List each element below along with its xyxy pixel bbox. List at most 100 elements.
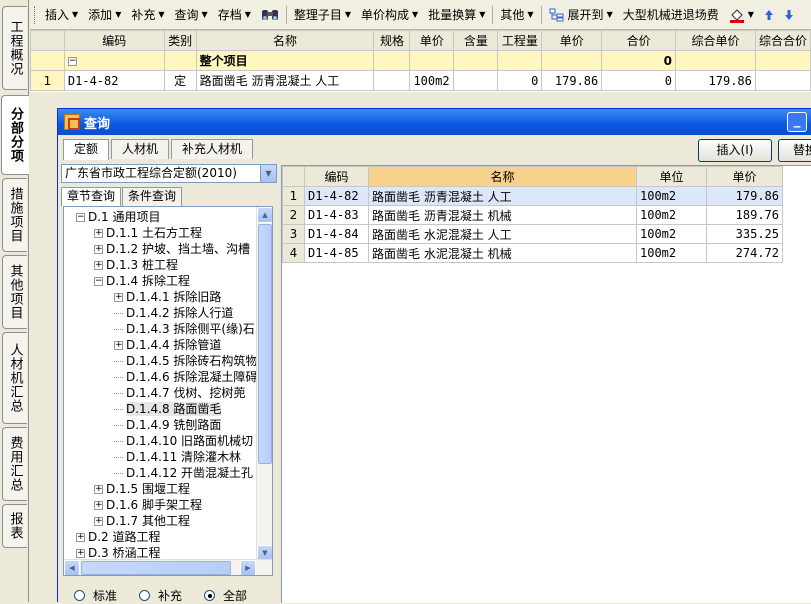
code-cell[interactable]: D1-4-84 [304, 224, 369, 244]
unit-cell[interactable]: 100m2 [636, 205, 707, 225]
scroll-thumb[interactable] [258, 224, 272, 464]
organize-subitems-button[interactable]: 整理子目 ▼ [289, 4, 356, 26]
expand-icon[interactable]: + [76, 549, 85, 558]
price-cell[interactable]: 179.86 [706, 186, 783, 206]
paint-bucket-icon[interactable]: ▼ [724, 4, 759, 26]
radio-standard[interactable]: 标准 [74, 587, 117, 604]
column-header[interactable]: 综合单价 [675, 30, 756, 51]
tree-item[interactable]: + D.1.3 桩工程 [94, 257, 178, 273]
expand-icon[interactable]: + [94, 245, 103, 254]
side-tab-reports[interactable]: 报表 [2, 504, 27, 548]
insert-menu-button[interactable]: 插入 ▼ [40, 4, 83, 26]
expand-icon[interactable]: + [94, 517, 103, 526]
expand-icon[interactable]: + [94, 485, 103, 494]
tree-item[interactable]: + D.1.6 脚手架工程 [94, 497, 202, 513]
tab-supplement-resources[interactable]: 补充人材机 [171, 139, 254, 159]
tree-vertical-scrollbar[interactable]: ▲ ▼ [256, 207, 272, 561]
side-tab-project-overview[interactable]: 工程概况 [2, 6, 27, 90]
tab-resources[interactable]: 人材机 [111, 139, 170, 159]
tree-item[interactable]: + D.2 道路工程 [76, 529, 161, 545]
column-header[interactable]: 名称 [368, 166, 637, 187]
price-cell[interactable]: 335.25 [706, 224, 783, 244]
column-header[interactable]: 单价 [706, 166, 783, 187]
tree-item[interactable]: D.1.4.10 旧路面机械切 [114, 433, 253, 449]
column-header[interactable]: 编码 [304, 166, 369, 187]
side-tab-measures[interactable]: 措施项目 [2, 178, 27, 252]
tab-quota[interactable]: 定额 [63, 139, 110, 160]
code-cell[interactable]: D1-4-82 [63, 70, 165, 91]
radio-supplement[interactable]: 补充 [139, 587, 182, 604]
insert-button[interactable]: 插入(I) [698, 139, 772, 162]
expand-icon[interactable]: + [76, 533, 85, 542]
tab-condition-search[interactable]: 条件查询 [122, 187, 183, 206]
radio-all[interactable]: 全部 [204, 587, 247, 604]
tree-item[interactable]: D.1.4.11 清除灌木林 [114, 449, 241, 465]
quantity-cell[interactable]: 0 [497, 70, 543, 91]
scroll-right-icon[interactable]: ▶ [240, 560, 256, 575]
archive-menu-button[interactable]: 存档 ▼ [213, 4, 256, 26]
spec-cell[interactable] [373, 70, 411, 91]
column-header[interactable]: 合价 [601, 30, 677, 51]
column-header[interactable]: 规格 [373, 30, 411, 51]
collapse-toggle-cell[interactable]: − [63, 50, 165, 71]
code-cell[interactable]: D1-4-85 [304, 243, 369, 263]
batch-convert-button[interactable]: 批量换算 ▼ [423, 4, 490, 26]
minimize-button[interactable]: _ [787, 112, 807, 132]
column-header[interactable]: 类别 [163, 30, 197, 51]
chevron-down-icon[interactable]: ▼ [260, 165, 276, 182]
move-up-icon[interactable] [759, 4, 779, 26]
tree-item[interactable]: + D.1.4.4 拆除管道 [114, 337, 221, 353]
column-header[interactable]: 单位 [636, 166, 707, 187]
tree-item[interactable]: D.1.4.6 拆除混凝土障碍 [114, 369, 257, 385]
radio-circle[interactable] [74, 590, 85, 601]
expand-icon[interactable]: + [94, 501, 103, 510]
tree-item[interactable]: + D.1.5 围堰工程 [94, 481, 190, 497]
side-tab-sub-items[interactable]: 分部分项 [1, 95, 29, 175]
tree-item[interactable]: − D.1 通用项目 [76, 209, 161, 225]
name-cell[interactable]: 路面凿毛 水泥混凝土 人工 [368, 224, 637, 244]
tree-item[interactable]: D.1.4.9 铣刨路面 [114, 417, 221, 433]
code-cell[interactable]: D1-4-83 [304, 205, 369, 225]
column-header[interactable]: 单价 [409, 30, 455, 51]
expand-icon[interactable]: + [94, 229, 103, 238]
column-header[interactable]: 含量 [453, 30, 499, 51]
replace-button[interactable]: 替换 [778, 139, 811, 162]
radio-circle[interactable] [139, 590, 151, 601]
side-tab-other-items[interactable]: 其他项目 [2, 255, 27, 329]
column-header[interactable]: 工程量 [497, 30, 543, 51]
name-cell[interactable]: 路面凿毛 沥青混凝土 人工 [195, 70, 375, 91]
side-tab-cost-summary[interactable]: 费用汇总 [2, 427, 27, 501]
table-row[interactable]: 4 D1-4-85 路面凿毛 水泥混凝土 机械 100m2 274.72 [282, 243, 783, 263]
tree-item[interactable]: + D.1.2 护坡、挡土墙、沟槽 [94, 241, 250, 257]
unit-price-composition-button[interactable]: 单价构成 ▼ [356, 4, 423, 26]
tree-horizontal-scrollbar[interactable]: ◀ ▶ [64, 559, 272, 575]
tree-item[interactable]: D.1.4.7 伐树、挖树蔸 [114, 385, 245, 401]
machinery-fee-button[interactable]: 大型机械进退场费 [618, 4, 724, 26]
side-tab-resource-summary[interactable]: 人材机汇总 [2, 332, 27, 424]
collapse-icon[interactable]: − [94, 277, 103, 286]
unit-cell[interactable]: 100m2 [636, 243, 707, 263]
tree-item[interactable]: + D.1.7 其他工程 [94, 513, 190, 529]
other-menu-button[interactable]: 其他 ▼ [495, 4, 538, 26]
dialog-title-bar[interactable]: 查询 _ [58, 109, 811, 135]
scroll-left-icon[interactable]: ◀ [64, 560, 80, 575]
scroll-thumb[interactable] [81, 561, 231, 575]
tree-item[interactable]: D.1.4.2 拆除人行道 [114, 305, 233, 321]
move-down-icon[interactable] [779, 4, 799, 26]
supplement-menu-button[interactable]: 补充 ▼ [126, 4, 169, 26]
column-header[interactable]: 编码 [63, 30, 165, 51]
tree-item[interactable]: + D.1.1 土石方工程 [94, 225, 202, 241]
tree-item[interactable]: D.1.4.8 路面凿毛 [114, 401, 222, 417]
table-row[interactable]: 1 D1-4-82 定 路面凿毛 沥青混凝土 人工 100m2 0 179.86… [30, 70, 811, 91]
comp-amount-cell[interactable] [754, 70, 811, 91]
type-cell[interactable]: 定 [163, 70, 197, 91]
column-header[interactable]: 名称 [195, 30, 375, 51]
column-header[interactable]: 单价 [541, 30, 603, 51]
scroll-up-icon[interactable]: ▲ [257, 207, 272, 223]
table-row[interactable]: 2 D1-4-83 路面凿毛 沥青混凝土 机械 100m2 189.76 [282, 205, 783, 225]
unit-cell[interactable]: 100m2 [636, 224, 707, 244]
collapse-icon[interactable]: − [67, 56, 77, 66]
price-cell[interactable]: 189.76 [706, 205, 783, 225]
unit-price-cell[interactable]: 179.86 [541, 70, 603, 91]
table-row[interactable]: 3 D1-4-84 路面凿毛 水泥混凝土 人工 100m2 335.25 [282, 224, 783, 244]
